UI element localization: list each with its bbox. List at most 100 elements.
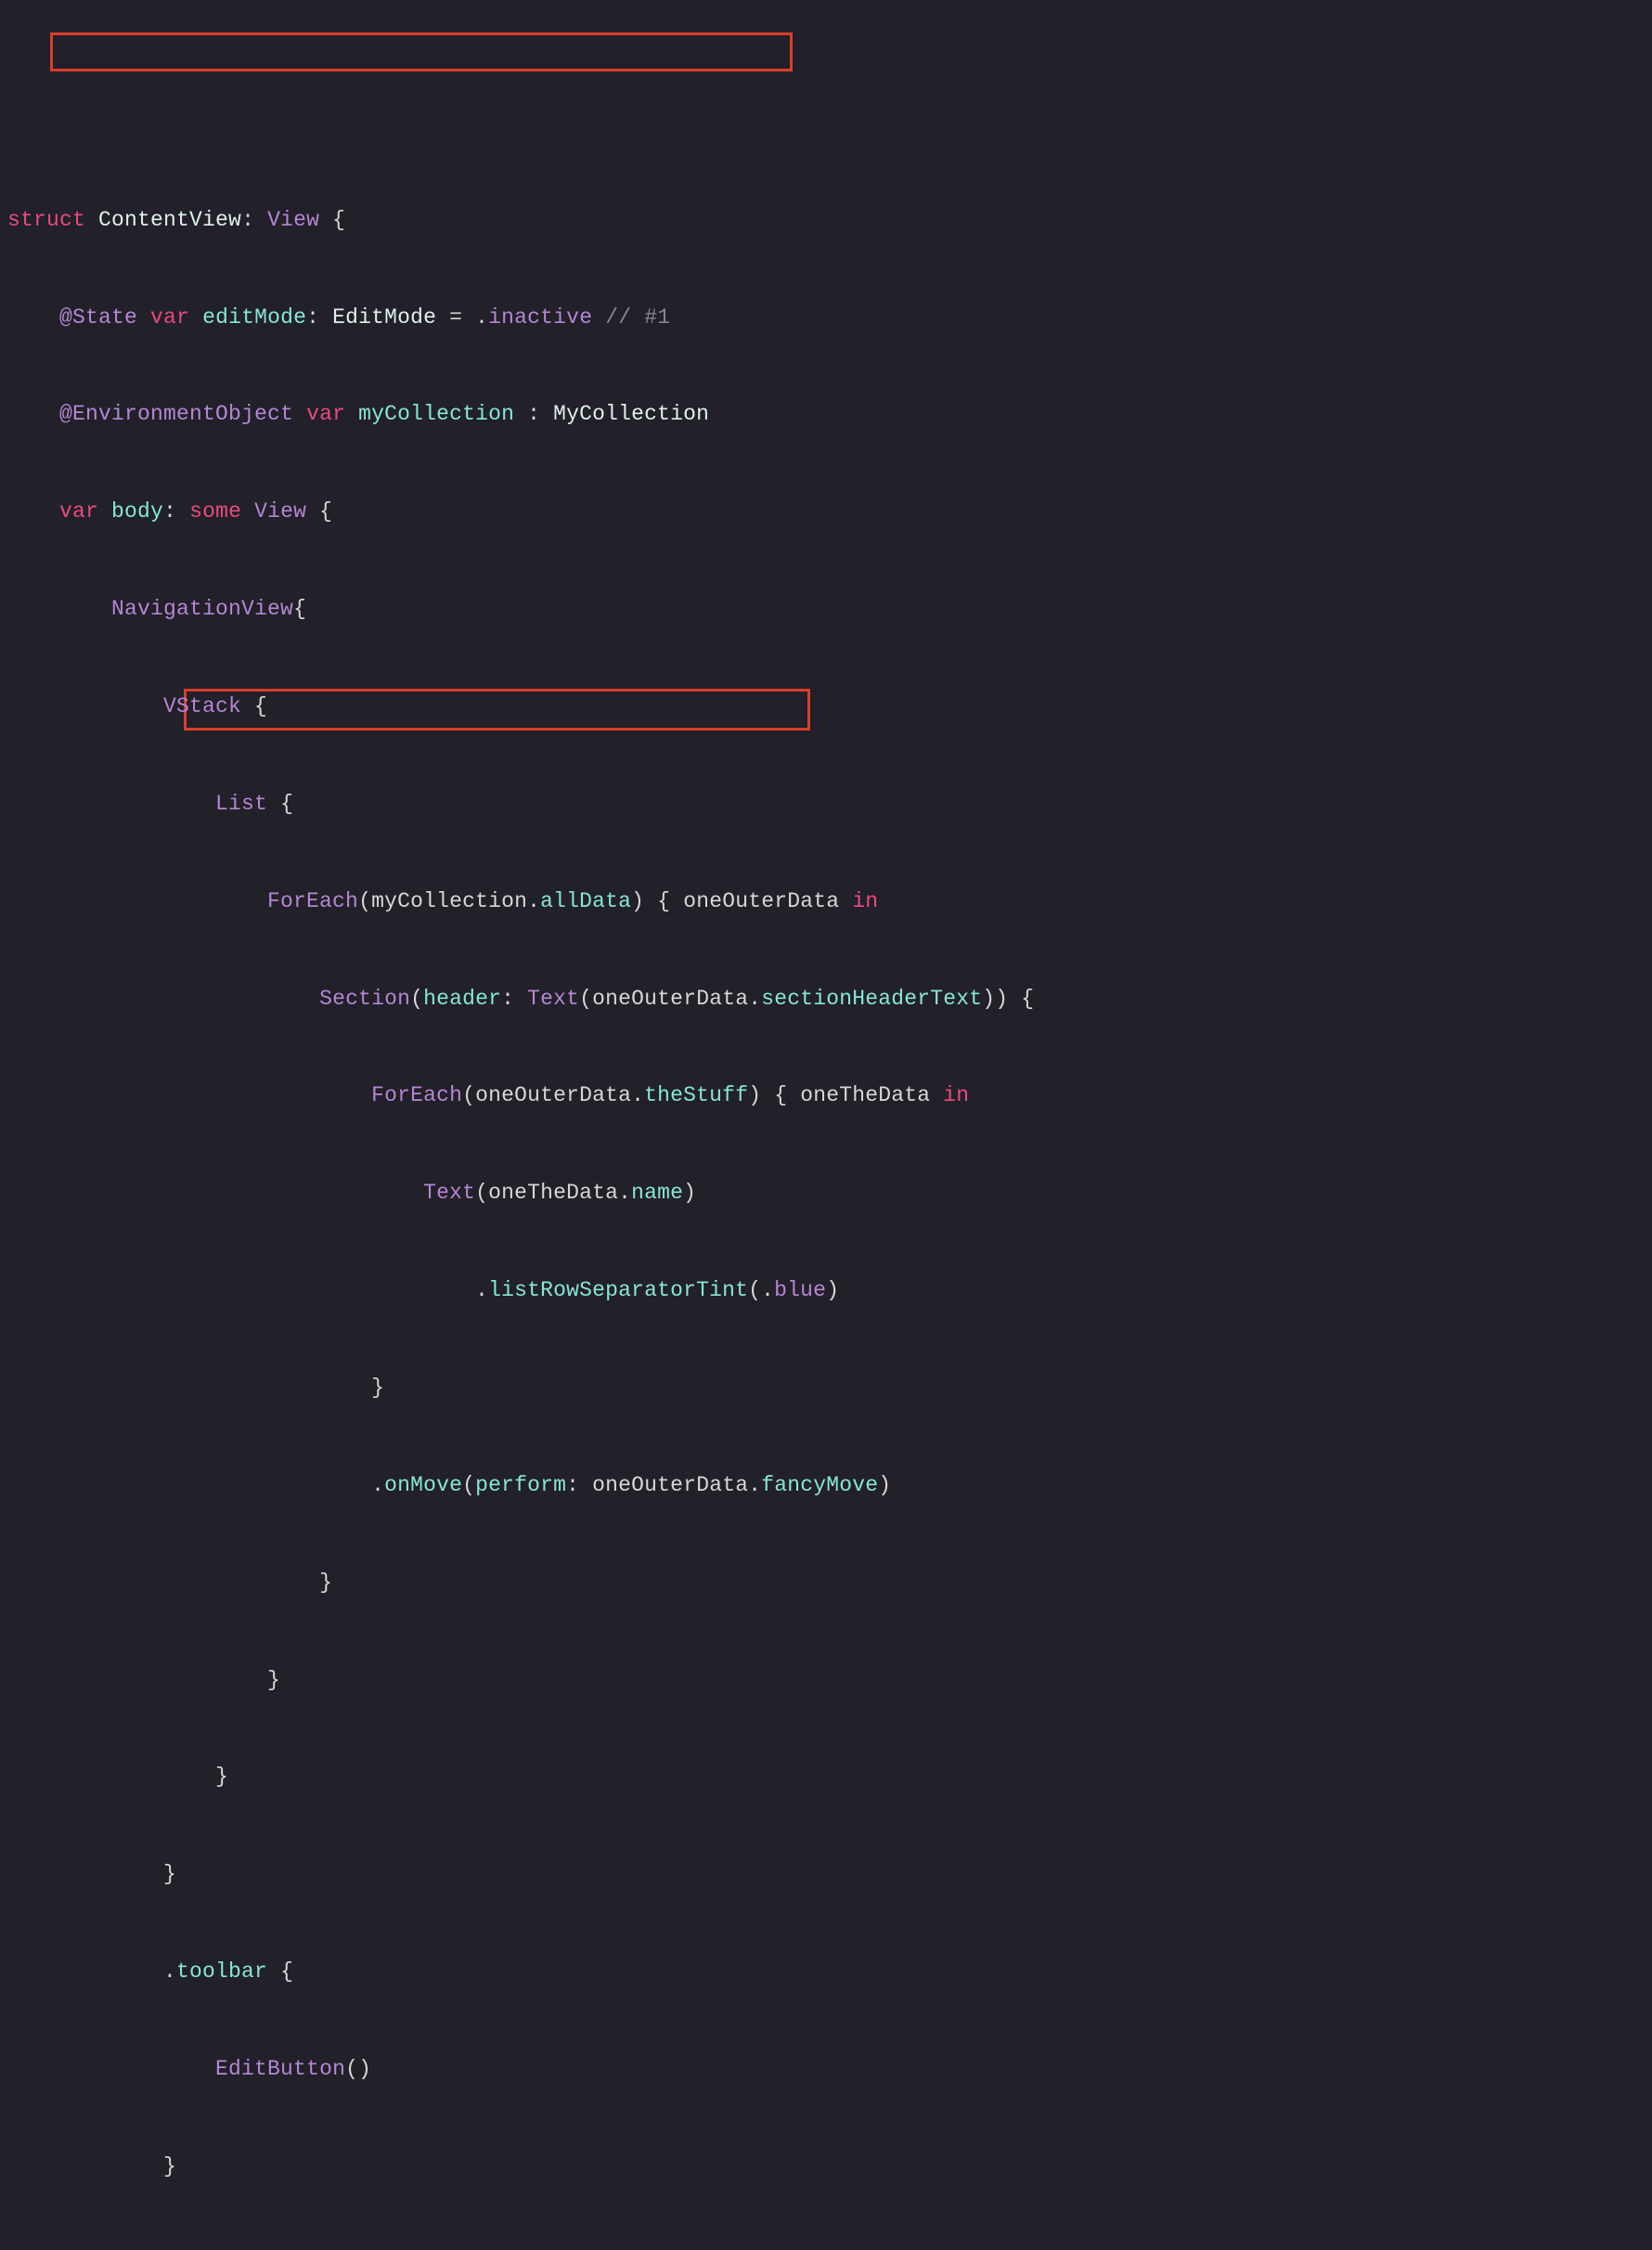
fn-foreach: ForEach [371, 1083, 462, 1107]
punct: ) [826, 1278, 839, 1302]
keyword-var: var [59, 499, 98, 524]
arg-perform: perform [475, 1473, 566, 1497]
code-line: } [7, 1664, 1645, 1697]
punct: ) [748, 1083, 761, 1107]
brace: } [215, 1765, 228, 1789]
punct: ( [345, 2057, 358, 2081]
punct: ( [410, 987, 423, 1011]
keyword-in: in [943, 1083, 969, 1107]
punct: { [267, 1959, 293, 1984]
punct: ) [982, 987, 995, 1011]
punct: { [1008, 987, 1034, 1011]
brace: } [267, 1668, 280, 1692]
punct: { [761, 1083, 800, 1107]
param-onethedata: oneTheData [800, 1083, 930, 1107]
code-line: EditButton() [7, 2053, 1645, 2086]
prop-alldata: allData [540, 889, 631, 913]
fn-editbutton: EditButton [215, 2057, 345, 2081]
enum-inactive: inactive [488, 305, 592, 330]
ident-oneouterdata: oneOuterData [592, 1473, 748, 1497]
code-line: .listRowSeparatorTint(.blue) [7, 1274, 1645, 1307]
punct: . [475, 1278, 488, 1302]
punct: ( [462, 1083, 475, 1107]
code-line: } [7, 1858, 1645, 1891]
attribute-environmentobject: @EnvironmentObject [59, 402, 293, 426]
prop-thestuff: theStuff [644, 1083, 748, 1107]
enum-blue: blue [774, 1278, 826, 1302]
fn-onmove: onMove [384, 1473, 462, 1497]
code-line: NavigationView{ [7, 593, 1645, 626]
ident-onethedata: oneTheData [488, 1181, 618, 1205]
punct: . [371, 1473, 384, 1497]
fn-foreach: ForEach [267, 889, 358, 913]
code-line: Section(header: Text(oneOuterData.sectio… [7, 983, 1645, 1015]
punct: : [566, 1473, 592, 1497]
punct: : [514, 402, 553, 426]
fn-navigationview: NavigationView [111, 597, 293, 621]
keyword-some: some [189, 499, 241, 524]
type-contentview: ContentView [98, 208, 241, 232]
code-line: } [7, 1761, 1645, 1793]
punct: { [644, 889, 683, 913]
code-editor[interactable]: struct ContentView: View { @State var ed… [0, 0, 1652, 2250]
punct: ) [995, 987, 1008, 1011]
punct: { [241, 694, 267, 718]
code-line: } [7, 2151, 1645, 2183]
punct: ) [683, 1181, 696, 1205]
punct: { [293, 597, 306, 621]
var-mycollection: myCollection [358, 402, 514, 426]
code-line: @State var editMode: EditMode = .inactiv… [7, 302, 1645, 334]
punct: : [501, 987, 527, 1011]
punct: ) [631, 889, 644, 913]
keyword-struct: struct [7, 208, 85, 232]
ident-mycollection: myCollection [371, 889, 527, 913]
punct: ) [358, 2057, 371, 2081]
punct: ( [579, 987, 592, 1011]
punct: = . [436, 305, 488, 330]
prop-sectionheadertext: sectionHeaderText [761, 987, 982, 1011]
punct: . [748, 1473, 761, 1497]
punct: . [618, 1181, 631, 1205]
highlight-box-1 [50, 32, 793, 71]
code-line: VStack { [7, 691, 1645, 723]
brace: } [371, 1376, 384, 1400]
attribute-state: @State [59, 305, 137, 330]
fn-toolbar: toolbar [176, 1959, 267, 1984]
prop-fancymove: fancyMove [761, 1473, 878, 1497]
ident-oneouterdata: oneOuterData [592, 987, 748, 1011]
punct: { [319, 208, 345, 232]
punct: . [163, 1959, 176, 1984]
code-line: Text(oneTheData.name) [7, 1177, 1645, 1209]
fn-list: List [215, 792, 267, 816]
punct: . [631, 1083, 644, 1107]
fn-vstack: VStack [163, 694, 241, 718]
type-editmode: EditMode [332, 305, 436, 330]
prop-name: name [631, 1181, 683, 1205]
type-mycollection: MyCollection [553, 402, 709, 426]
brace: } [163, 2154, 176, 2179]
fn-section: Section [319, 987, 410, 1011]
code-line: ForEach(oneOuterData.theStuff) { oneTheD… [7, 1080, 1645, 1112]
punct: ( [358, 889, 371, 913]
var-body: body [111, 499, 163, 524]
keyword-var: var [306, 402, 345, 426]
punct: (. [748, 1278, 774, 1302]
code-line: var body: some View { [7, 496, 1645, 528]
code-line: .toolbar { [7, 1956, 1645, 1988]
keyword-in: in [852, 889, 878, 913]
code-line: struct ContentView: View { [7, 204, 1645, 237]
comment-1: // #1 [592, 305, 670, 330]
fn-listrowseparatortint: listRowSeparatorTint [488, 1278, 748, 1302]
punct: { [306, 499, 332, 524]
punct: : [163, 499, 189, 524]
code-line: @EnvironmentObject var myCollection : My… [7, 398, 1645, 431]
keyword-var: var [150, 305, 189, 330]
var-editmode: editMode [202, 305, 306, 330]
punct: { [267, 792, 293, 816]
punct: : [241, 208, 267, 232]
punct: . [748, 987, 761, 1011]
punct: : [306, 305, 332, 330]
punct: ( [475, 1181, 488, 1205]
code-line: List { [7, 788, 1645, 821]
code-line: } [7, 1372, 1645, 1404]
